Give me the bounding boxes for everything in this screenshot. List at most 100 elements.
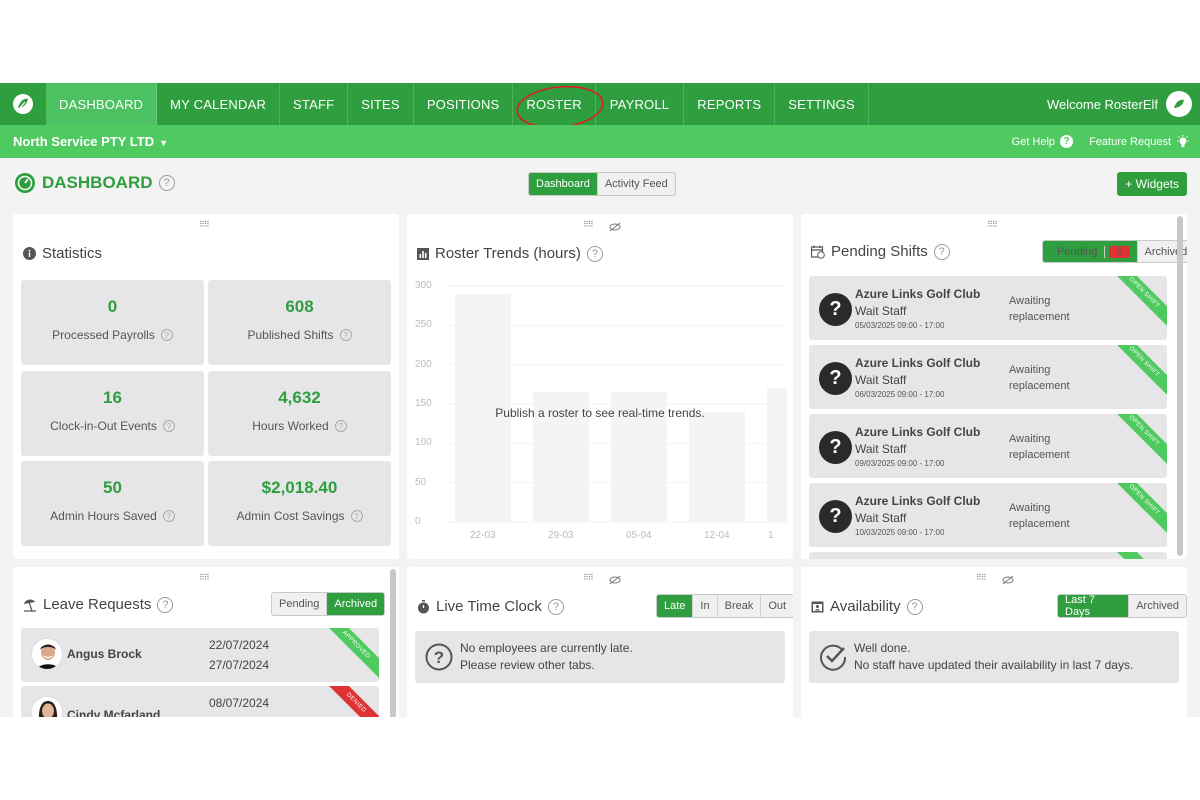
help-icon[interactable]: ? xyxy=(162,420,175,432)
y-tick-label: 250 xyxy=(415,319,432,331)
tab-out[interactable]: Out xyxy=(761,595,793,617)
leave-item[interactable]: Angus Brock 22/07/2024 27/07/2024 APPROV… xyxy=(21,628,379,682)
time-clock-tabs: Late In Break Out xyxy=(656,594,793,618)
employee-name: Angus Brock xyxy=(67,647,142,661)
tab-last-7-days[interactable]: Last 7 Days xyxy=(1058,595,1130,617)
feature-request-link[interactable]: Feature Request xyxy=(1089,134,1190,149)
tab-break[interactable]: Break xyxy=(718,595,762,617)
hide-eye-icon[interactable] xyxy=(1002,575,1014,585)
open-shift-ribbon: OPEN SHIFT xyxy=(1107,483,1167,537)
stat-label: Clock-in-Out Events xyxy=(50,419,157,433)
nav-payroll[interactable]: PAYROLL xyxy=(596,83,685,125)
shift-item[interactable] xyxy=(809,552,1167,559)
app-window: DASHBOARD MY CALENDAR STAFF SITES POSITI… xyxy=(0,83,1200,717)
hide-eye-icon[interactable] xyxy=(609,575,621,585)
shift-item[interactable]: ? Azure Links Golf Club Wait Staff 10/03… xyxy=(809,483,1167,547)
stat-label: Processed Payrolls xyxy=(52,328,155,342)
drag-handle-icon[interactable]: ⠿⠿ xyxy=(976,573,987,582)
open-shift-ribbon xyxy=(1107,552,1167,559)
page-header: DASHBOARD ? Dashboard Activity Feed + Wi… xyxy=(0,158,1200,208)
user-avatar-icon[interactable] xyxy=(1166,91,1192,117)
drag-handle-icon[interactable]: ⠿⠿ xyxy=(199,573,210,582)
pending-shifts-card: ⠿⠿ Pending Shifts ? Pending 5 Archived ? … xyxy=(801,214,1187,559)
company-selector[interactable]: North Service PTY LTD ▼ xyxy=(0,134,168,149)
leave-requests-title-text: Leave Requests xyxy=(43,596,152,613)
shift-time: 09/03/2025 09:00 - 17:00 xyxy=(855,459,945,468)
shift-item[interactable]: ? Azure Links Golf Club Wait Staff 05/03… xyxy=(809,276,1167,340)
welcome-text: Welcome RosterElf xyxy=(1046,96,1158,112)
shift-site: Azure Links Golf Club xyxy=(855,494,981,508)
shift-status: Awaiting replacement xyxy=(1009,502,1070,530)
notice-line-2: Please review other tabs. xyxy=(460,658,595,672)
drag-handle-icon[interactable]: ⠿⠿ xyxy=(583,573,594,582)
stat-hours-worked: 4,632 Hours Worked? xyxy=(208,371,391,456)
shift-site: Azure Links Golf Club xyxy=(855,425,981,439)
leave-item[interactable]: Cindy Mcfarland 08/07/2024 DENIED xyxy=(21,686,379,717)
help-icon[interactable]: ? xyxy=(906,598,923,615)
y-tick-label: 0 xyxy=(415,516,421,527)
availability-notice: Well done. No staff have updated their a… xyxy=(809,631,1179,683)
nav-dashboard[interactable]: DASHBOARD xyxy=(46,83,158,125)
statistics-title: Statistics xyxy=(23,245,102,262)
question-circle-icon: ? xyxy=(425,643,453,671)
scrollbar[interactable] xyxy=(390,569,396,717)
nav-my-calendar[interactable]: MY CALENDAR xyxy=(157,83,281,125)
tab-dashboard[interactable]: Dashboard xyxy=(529,173,598,195)
shift-status: Awaiting replacement xyxy=(1009,433,1070,461)
notice-line-1: Well done. xyxy=(854,641,911,655)
leave-requests-card: ⠿⠿ Leave Requests ? Pending Archived Ang… xyxy=(13,567,399,717)
beach-umbrella-icon xyxy=(24,599,36,612)
pending-count-badge: 5 xyxy=(1109,245,1130,258)
help-icon[interactable]: ? xyxy=(350,510,363,522)
help-icon[interactable]: ? xyxy=(157,596,174,613)
nav-staff[interactable]: STAFF xyxy=(280,83,349,125)
stat-label: Hours Worked xyxy=(252,419,329,433)
leave-start-date: 22/07/2024 xyxy=(209,638,270,652)
help-icon[interactable]: ? xyxy=(162,510,175,522)
shift-position: Wait Staff xyxy=(855,373,907,387)
help-icon[interactable]: ? xyxy=(547,598,564,615)
tab-archived[interactable]: Archived xyxy=(1129,595,1186,617)
help-icon[interactable]: ? xyxy=(160,329,173,341)
tab-archived[interactable]: Archived xyxy=(327,593,385,615)
company-name: North Service PTY LTD xyxy=(13,134,155,149)
help-icon[interactable]: ? xyxy=(933,243,950,260)
rosterelf-logo-icon[interactable] xyxy=(0,83,46,125)
stat-published-shifts: 608 Published Shifts? xyxy=(208,280,391,365)
nav-positions[interactable]: POSITIONS xyxy=(414,83,514,125)
unassigned-question-icon: ? xyxy=(819,431,852,464)
nav-settings[interactable]: SETTINGS xyxy=(775,83,869,125)
tab-activity-feed[interactable]: Activity Feed xyxy=(598,173,675,195)
calendar-clock-icon xyxy=(811,245,825,259)
shift-site: Azure Links Golf Club xyxy=(855,356,981,370)
user-menu[interactable]: Welcome RosterElf xyxy=(1047,83,1200,125)
stat-value: $2,018.40 xyxy=(261,478,338,497)
drag-handle-icon[interactable]: ⠿⠿ xyxy=(987,220,998,229)
nav-sites[interactable]: SITES xyxy=(348,83,414,125)
drag-handle-icon[interactable]: ⠿⠿ xyxy=(199,220,210,229)
page-title: DASHBOARD ? xyxy=(14,172,175,194)
tab-in[interactable]: In xyxy=(693,595,718,617)
tab-late[interactable]: Late xyxy=(657,595,694,617)
help-icon[interactable]: ? xyxy=(158,175,175,191)
shift-status: Awaiting replacement xyxy=(1009,364,1070,392)
add-widgets-button[interactable]: + Widgets xyxy=(1117,172,1187,196)
tab-pending[interactable]: Pending xyxy=(272,593,328,615)
availability-title-text: Availability xyxy=(830,598,901,615)
shift-item[interactable]: ? Azure Links Golf Club Wait Staff 06/03… xyxy=(809,345,1167,409)
lightbulb-icon xyxy=(1177,134,1189,147)
pending-shifts-title: Pending Shifts ? xyxy=(811,243,950,260)
help-icon[interactable]: ? xyxy=(339,329,352,341)
notice-line-2: No staff have updated their availability… xyxy=(854,658,1134,672)
help-icon[interactable]: ? xyxy=(334,420,347,432)
shift-position: Wait Staff xyxy=(855,511,907,525)
pending-shifts-tabs: Pending 5 Archived xyxy=(1042,240,1187,263)
scrollbar[interactable] xyxy=(1177,216,1183,556)
denied-ribbon: DENIED xyxy=(319,686,379,717)
shift-item[interactable]: ? Azure Links Golf Club Wait Staff 09/03… xyxy=(809,414,1167,478)
stat-admin-cost-savings: $2,018.40 Admin Cost Savings? xyxy=(208,461,391,546)
get-help-link[interactable]: Get Help ? xyxy=(1012,135,1074,148)
nav-reports[interactable]: REPORTS xyxy=(684,83,776,125)
tab-pending[interactable]: Pending 5 xyxy=(1043,241,1138,262)
employee-name: Cindy Mcfarland xyxy=(67,708,161,717)
